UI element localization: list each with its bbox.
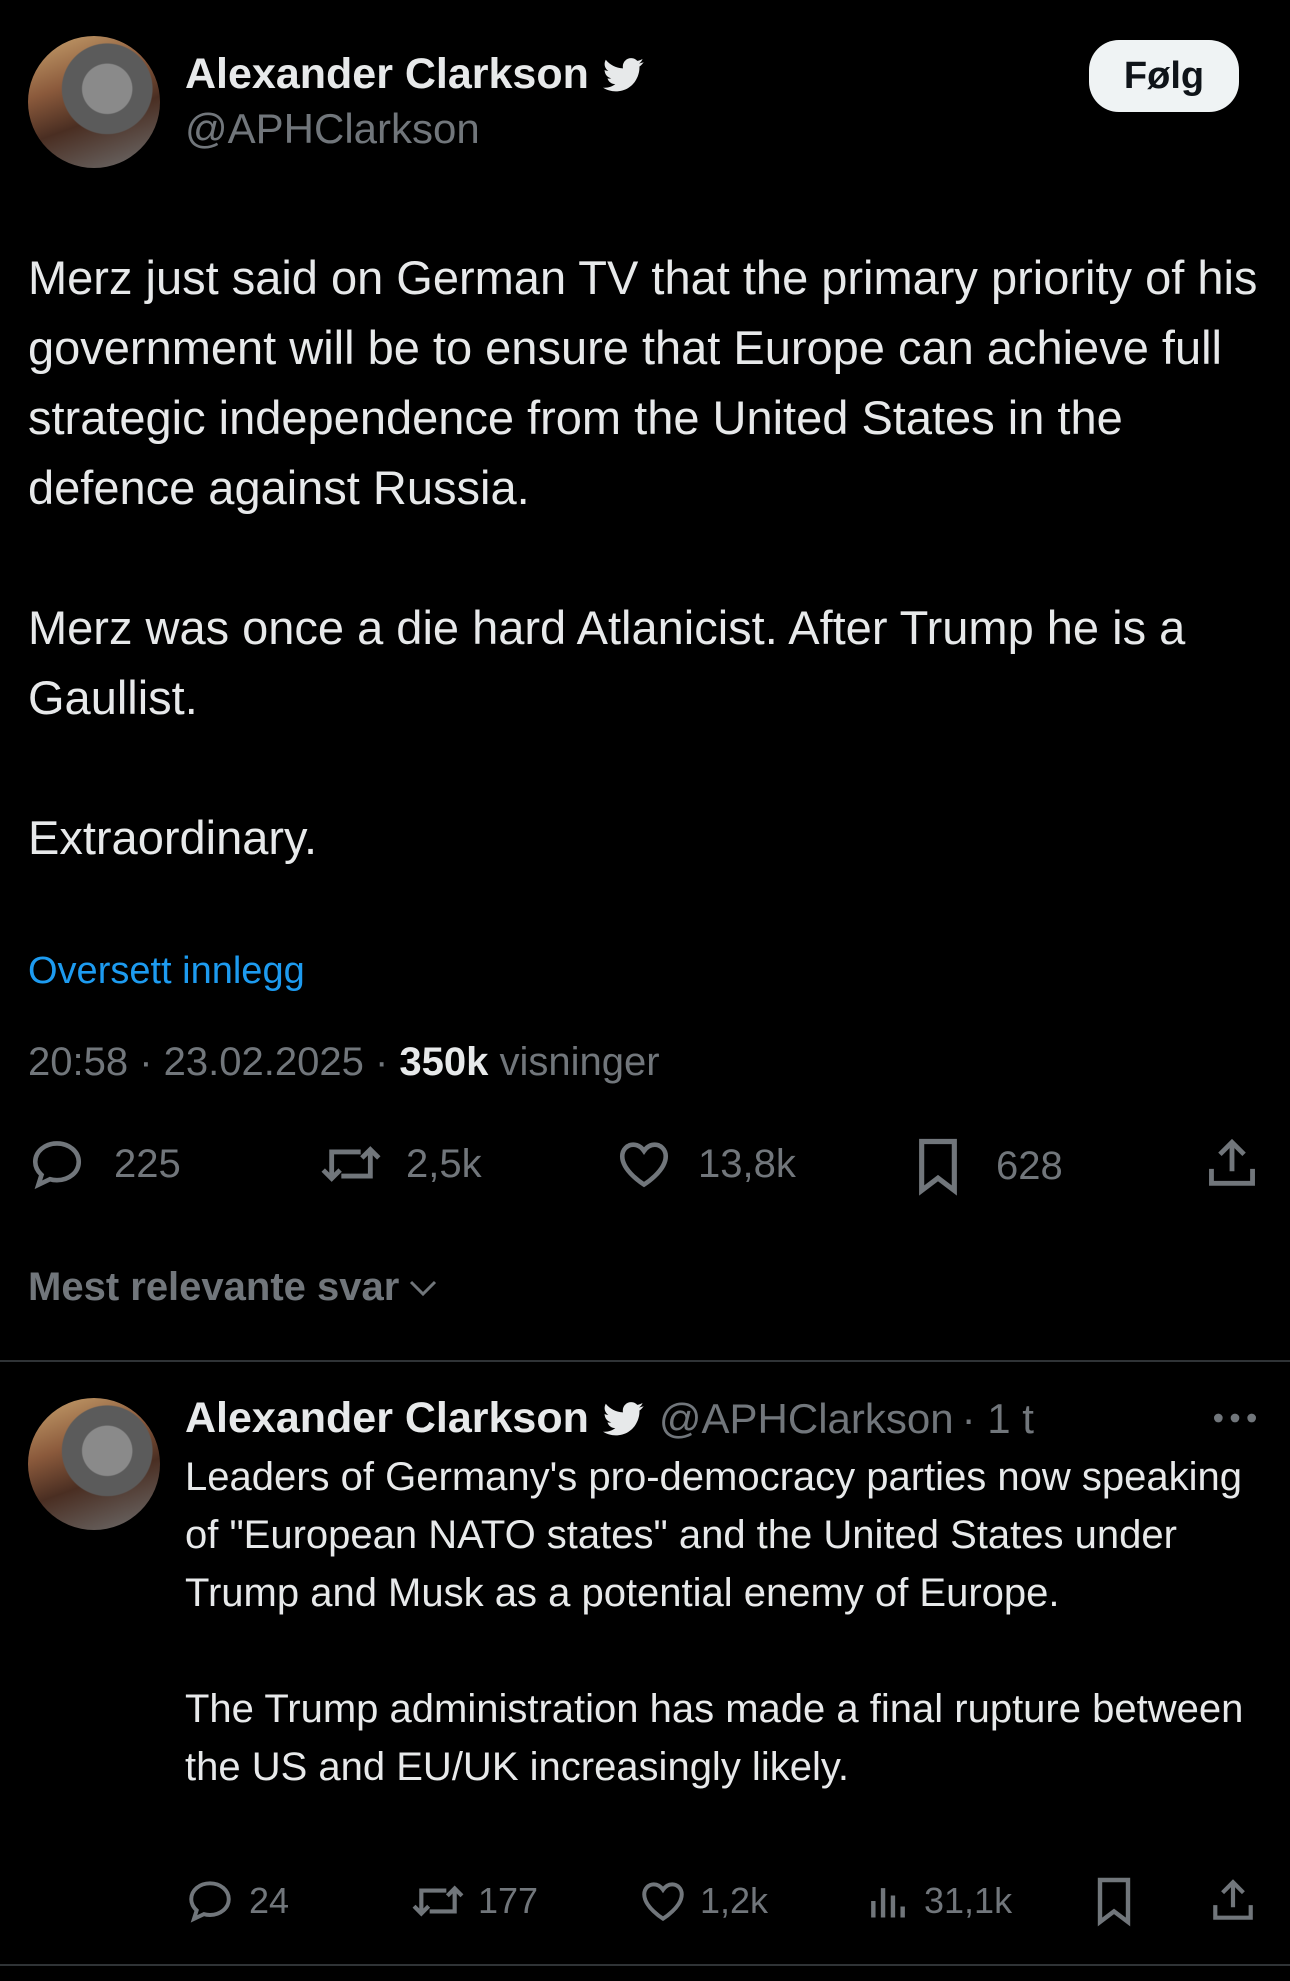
- chevron-down-icon: [410, 1280, 437, 1296]
- reply-sort-dropdown[interactable]: Mest relevante svar: [28, 1265, 441, 1310]
- author-name[interactable]: Alexander Clarkson: [185, 50, 645, 99]
- bookmark-count: 628: [996, 1143, 1063, 1188]
- heart-icon: [642, 1882, 684, 1922]
- bookmark-icon: [1097, 1877, 1131, 1927]
- reply-time[interactable]: · 1 t: [962, 1395, 1034, 1443]
- translate-link[interactable]: Oversett innlegg: [28, 950, 305, 993]
- tweet-text: Merz just said on German TV that the pri…: [28, 251, 1258, 864]
- reply-icon: [32, 1141, 82, 1190]
- reply-reply-count: 24: [249, 1880, 290, 1921]
- share-icon: [1213, 1879, 1253, 1920]
- tweet-meta: 20:58 · 23.02.2025 · 350k visninger: [28, 1040, 660, 1085]
- timestamp[interactable]: 20:58 · 23.02.2025 ·: [28, 1040, 399, 1084]
- views-label: visninger: [488, 1040, 660, 1084]
- author-avatar[interactable]: [28, 36, 160, 168]
- reply-author-name[interactable]: Alexander Clarkson: [185, 1394, 589, 1443]
- share-icon: [1209, 1138, 1255, 1186]
- reply-count: 225: [114, 1141, 181, 1186]
- repost-icon: [321, 1146, 381, 1182]
- reply-bookmark-action[interactable]: [1090, 1874, 1138, 1928]
- reply-author-handle[interactable]: @APHClarkson: [659, 1395, 954, 1443]
- repost-count: 2,5k: [406, 1141, 482, 1186]
- like-action[interactable]: 13,8k: [614, 1135, 796, 1193]
- reply-header: Alexander Clarkson @APHClarkson · 1 t: [185, 1394, 1034, 1443]
- reply-action[interactable]: 225: [28, 1135, 181, 1193]
- reply-views-action[interactable]: 31,1k: [866, 1876, 1012, 1926]
- repost-action[interactable]: 2,5k: [318, 1135, 482, 1193]
- reply-share-action[interactable]: [1208, 1876, 1258, 1926]
- reply-author-avatar[interactable]: [28, 1398, 160, 1530]
- reply-repost-count: 177: [478, 1880, 539, 1921]
- follow-button[interactable]: Følg: [1089, 40, 1239, 112]
- like-count: 13,8k: [698, 1141, 796, 1186]
- reply-reply-action[interactable]: 24: [185, 1876, 289, 1926]
- reply-like-action[interactable]: 1,2k: [638, 1876, 768, 1926]
- reply-views-count: 31,1k: [924, 1880, 1013, 1921]
- twitter-bird-icon: [602, 57, 644, 91]
- reply-text: Leaders of Germany's pro-democracy parti…: [185, 1455, 1244, 1789]
- author-name-text[interactable]: Alexander Clarkson: [185, 50, 589, 99]
- repost-icon: [412, 1885, 464, 1917]
- bookmark-action[interactable]: 628: [910, 1135, 1063, 1197]
- views-chart-icon: [871, 1888, 905, 1918]
- section-divider: [0, 1360, 1290, 1362]
- bottom-divider: [0, 1964, 1290, 1966]
- reply-like-count: 1,2k: [700, 1880, 769, 1921]
- reply-icon: [189, 1881, 231, 1923]
- twitter-bird-icon: [602, 1401, 644, 1435]
- share-action[interactable]: [1203, 1135, 1261, 1193]
- reply-repost-action[interactable]: 177: [410, 1876, 538, 1926]
- more-options-button[interactable]: [1210, 1403, 1260, 1438]
- more-dots-icon: [1214, 1413, 1256, 1423]
- bookmark-icon: [919, 1138, 957, 1196]
- reply-sort-label: Mest relevante svar: [28, 1265, 400, 1309]
- views-count: 350k: [399, 1040, 489, 1084]
- heart-icon: [619, 1142, 669, 1188]
- author-handle[interactable]: @APHClarkson: [185, 105, 480, 153]
